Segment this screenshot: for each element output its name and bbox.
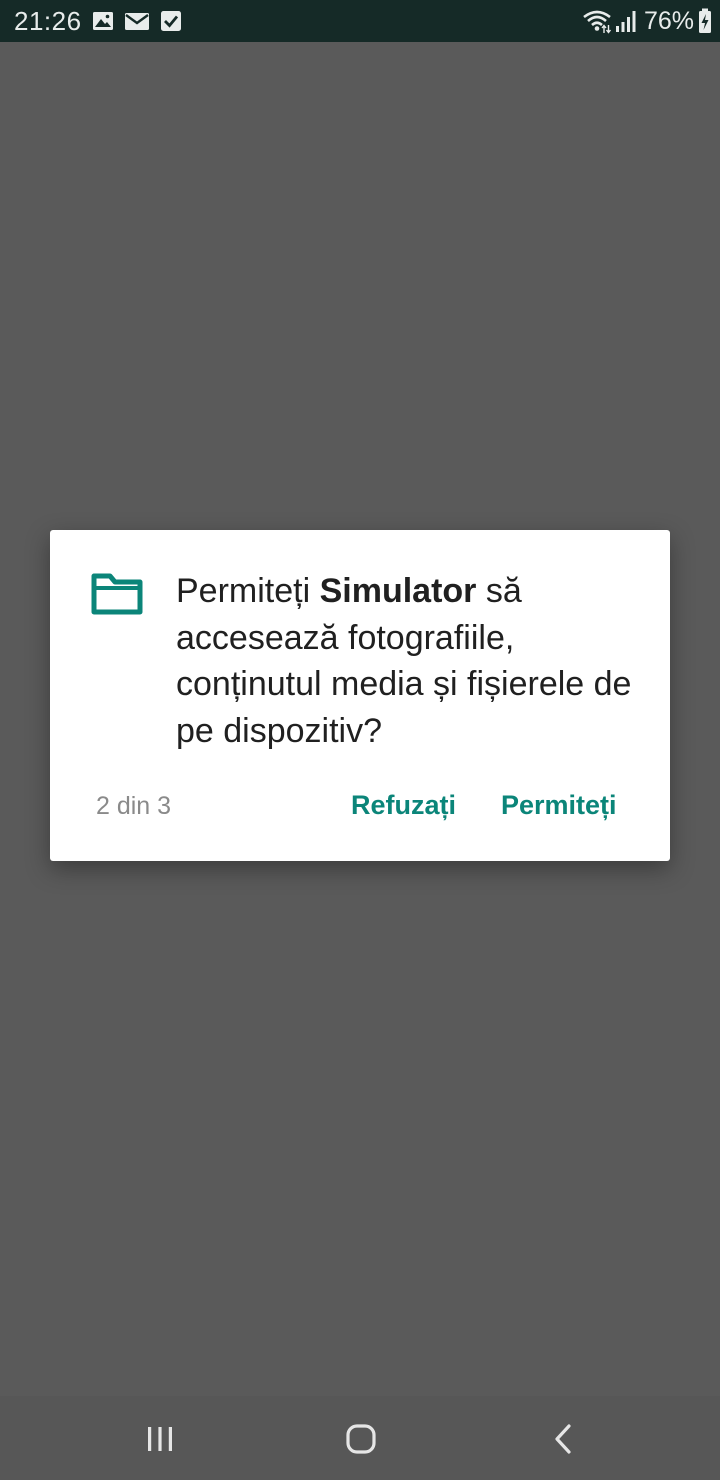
status-time: 21:26 [14, 6, 82, 36]
email-icon [125, 13, 149, 30]
status-bar: 21:26 76% [0, 0, 720, 42]
page-counter: 2 din 3 [96, 792, 172, 820]
folder-icon [91, 573, 143, 615]
back-button[interactable] [533, 1414, 593, 1464]
back-icon [555, 1424, 571, 1454]
permission-dialog: Permiteți Simulator să accesează fotogra… [50, 530, 670, 861]
allow-button[interactable]: Permiteți [501, 790, 617, 821]
navigation-bar [0, 1396, 720, 1480]
status-right: 76% [582, 6, 712, 36]
deny-button[interactable]: Refuzați [351, 790, 456, 821]
signal-icon [615, 11, 636, 32]
screen: 21:26 76% Permiteți Simulator să accesea… [0, 0, 720, 1480]
battery-charging-icon [699, 8, 711, 33]
home-icon [346, 1424, 376, 1454]
battery-percent: 76% [643, 7, 694, 35]
dialog-message: Permiteți Simulator să accesează fotogra… [176, 568, 646, 754]
message-prefix: Permiteți [176, 572, 320, 610]
app-name: Simulator [319, 572, 477, 610]
checkbox-icon [161, 11, 181, 31]
wifi-icon [583, 10, 611, 34]
image-icon [93, 12, 113, 30]
recent-apps-icon [148, 1427, 172, 1451]
recent-apps-button[interactable] [130, 1414, 190, 1464]
home-button[interactable] [331, 1414, 391, 1464]
